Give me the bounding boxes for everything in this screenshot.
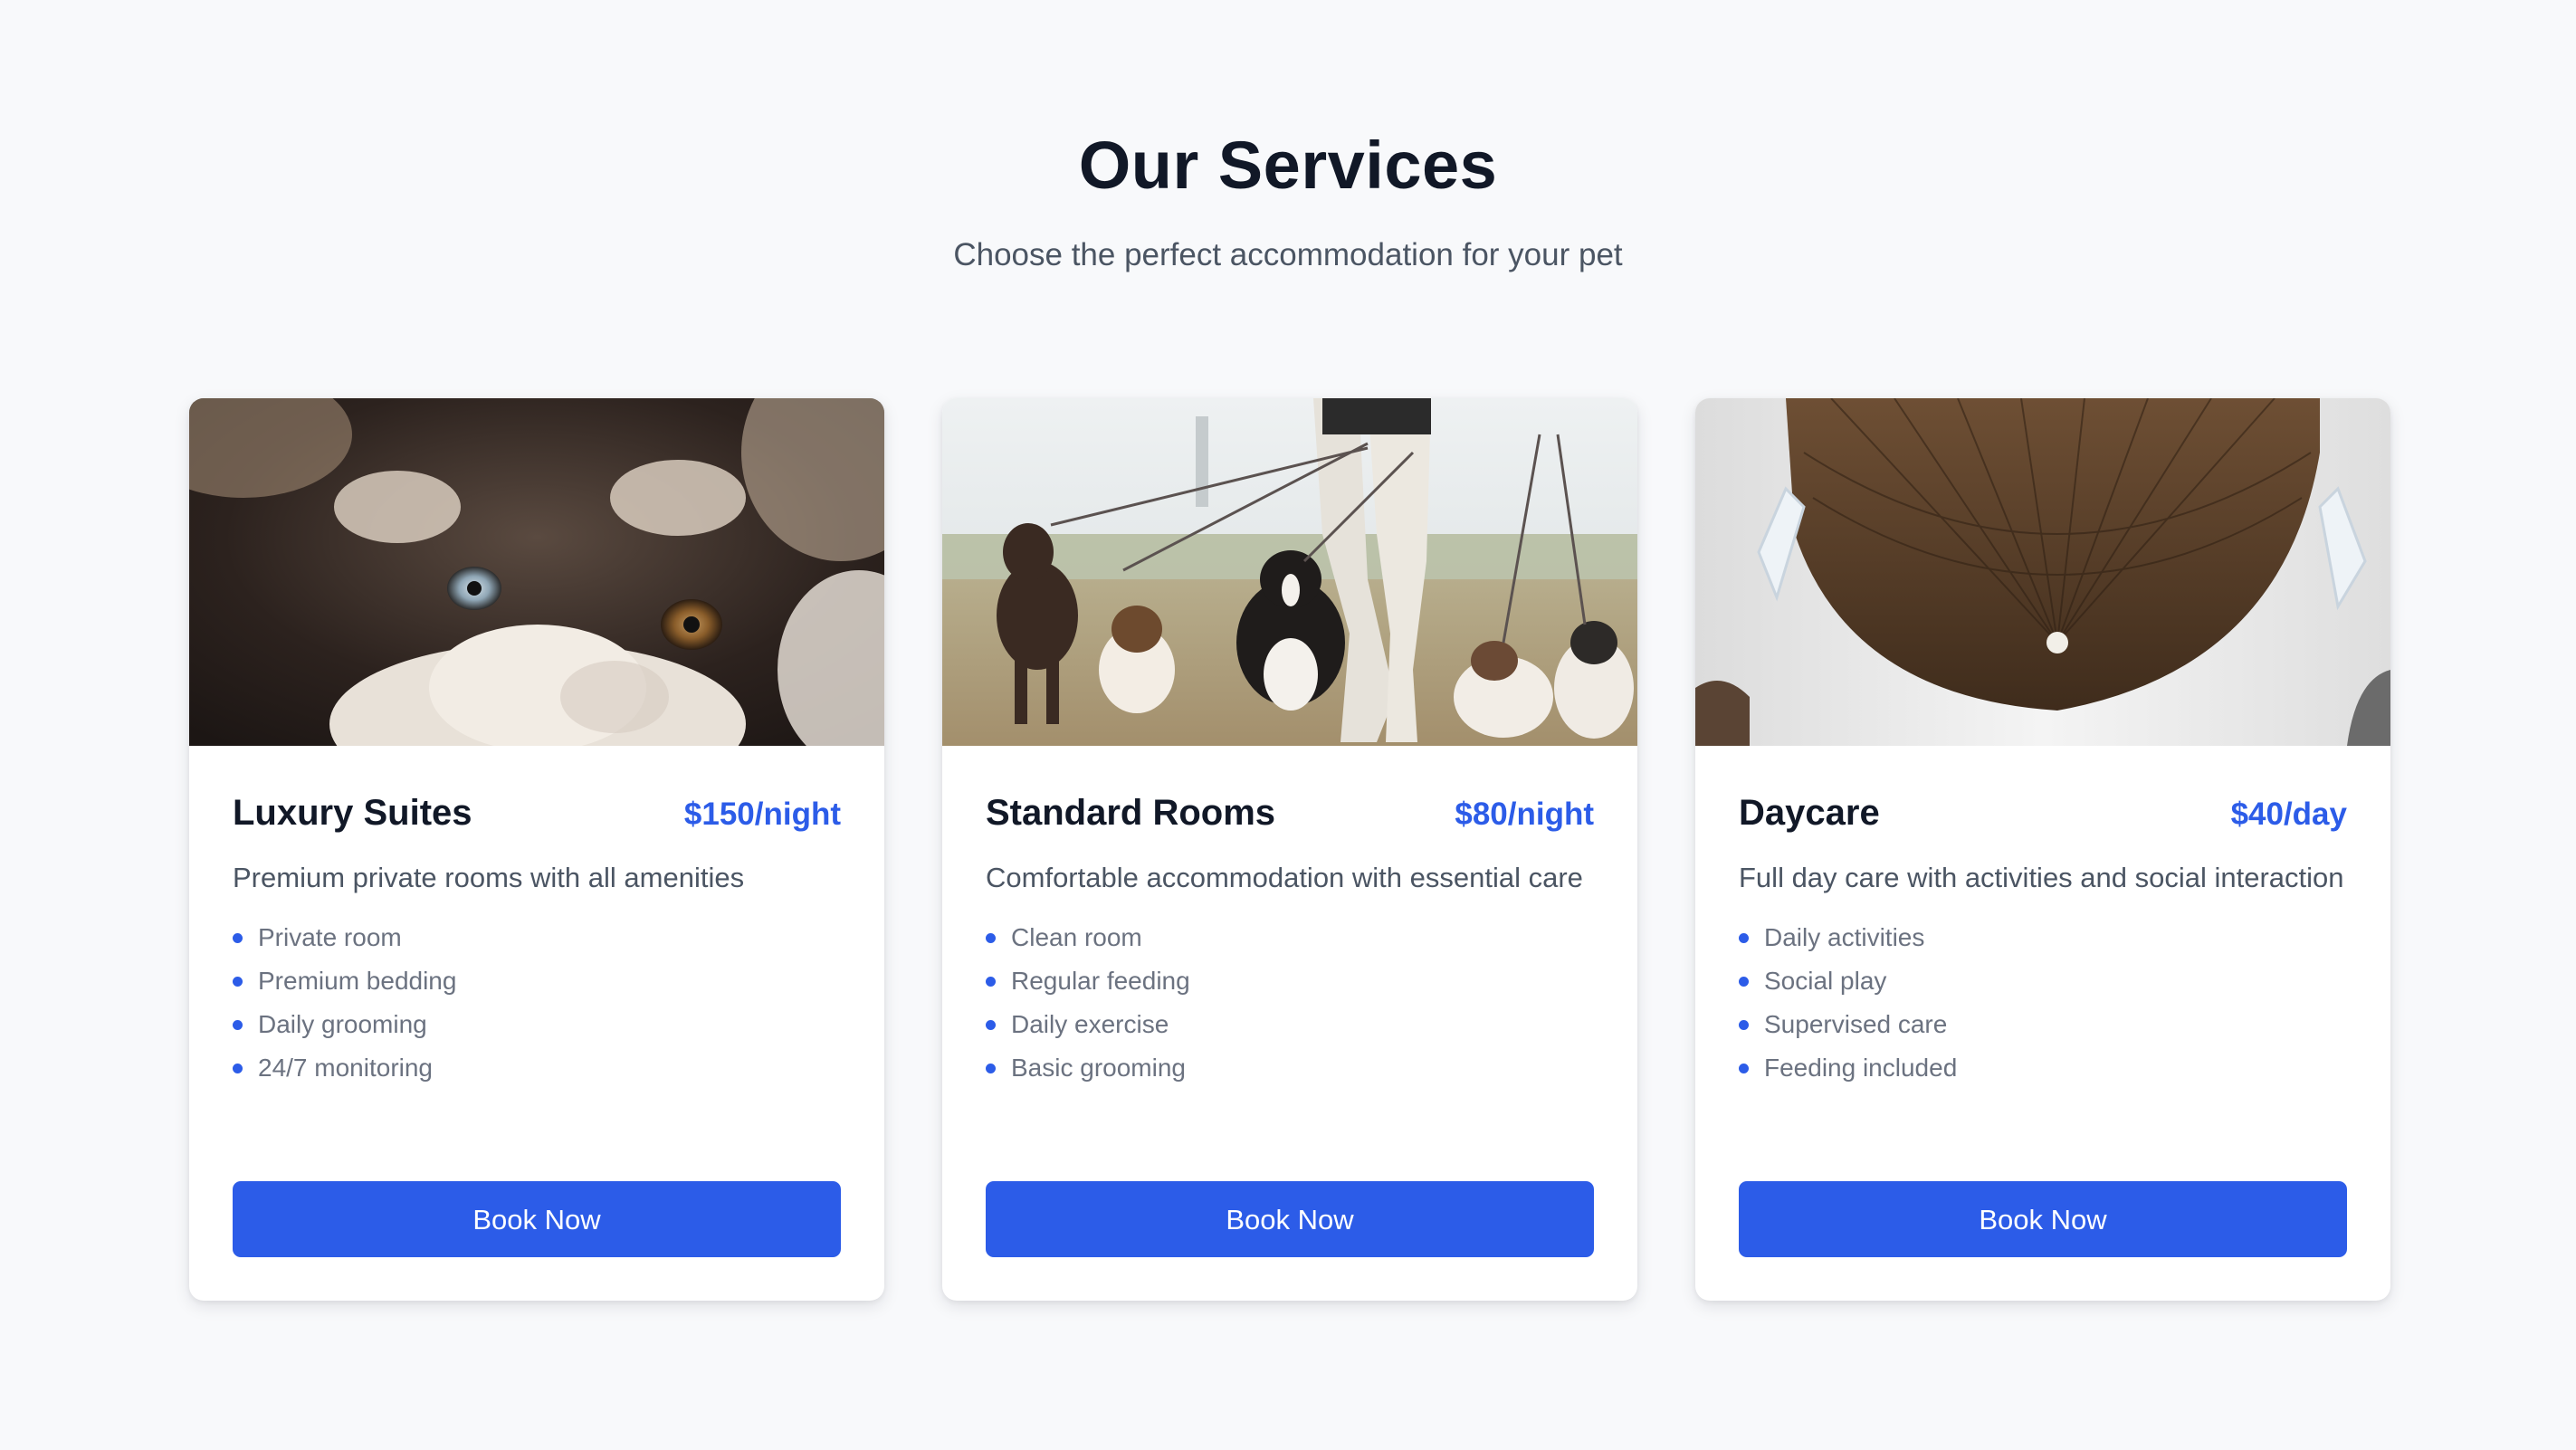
list-item: Feeding included	[1739, 1046, 2347, 1090]
service-cards: Luxury Suites $150/night Premium private…	[189, 398, 2390, 1301]
wooden-ceiling-image	[1695, 398, 2390, 746]
service-card-standard-rooms: Standard Rooms $80/night Comfortable acc…	[942, 398, 1637, 1301]
page-subtitle: Choose the perfect accommodation for you…	[953, 237, 1623, 272]
feature-label: Daily exercise	[1011, 1010, 1169, 1038]
bullet-dot-icon	[986, 933, 996, 943]
book-now-button[interactable]: Book Now	[1739, 1181, 2347, 1257]
feature-list: Clean room Regular feeding Daily exercis…	[986, 916, 1594, 1090]
card-price: $40/day	[2230, 797, 2347, 832]
service-card-daycare: Daycare $40/day Full day care with activ…	[1695, 398, 2390, 1301]
card-title: Luxury Suites	[233, 793, 472, 833]
list-item: Supervised care	[1739, 1003, 2347, 1046]
bullet-dot-icon	[1739, 977, 1749, 987]
card-title: Standard Rooms	[986, 793, 1276, 833]
card-header: Standard Rooms $80/night	[986, 791, 1594, 836]
bullet-dot-icon	[1739, 1020, 1749, 1030]
bullet-dot-icon	[233, 933, 243, 943]
feature-label: Feeding included	[1764, 1054, 1958, 1082]
feature-label: Supervised care	[1764, 1010, 1948, 1038]
list-item: Premium bedding	[233, 959, 841, 1003]
bullet-dot-icon	[1739, 1064, 1749, 1073]
services-header: Our Services Choose the perfect accommod…	[0, 123, 2576, 277]
bullet-dot-icon	[1739, 933, 1749, 943]
service-card-luxury-suites: Luxury Suites $150/night Premium private…	[189, 398, 884, 1301]
list-item: Private room	[233, 916, 841, 959]
card-title: Daycare	[1739, 793, 1880, 833]
list-item: Social play	[1739, 959, 2347, 1003]
feature-label: Social play	[1764, 967, 1887, 995]
book-now-button[interactable]: Book Now	[233, 1181, 841, 1257]
card-header: Daycare $40/day	[1739, 791, 2347, 836]
card-description: Comfortable accommodation with essential…	[986, 862, 1583, 893]
feature-label: Private room	[258, 923, 402, 951]
feature-label: Daily grooming	[258, 1010, 427, 1038]
dog-walker-image	[942, 398, 1637, 746]
bullet-dot-icon	[233, 977, 243, 987]
card-body: Luxury Suites $150/night Premium private…	[233, 746, 841, 1301]
feature-list: Private room Premium bedding Daily groom…	[233, 916, 841, 1090]
feature-label: Regular feeding	[1011, 967, 1190, 995]
card-description: Premium private rooms with all amenities	[233, 862, 745, 893]
card-body: Daycare $40/day Full day care with activ…	[1739, 746, 2347, 1301]
card-header: Luxury Suites $150/night	[233, 791, 841, 836]
book-now-button[interactable]: Book Now	[986, 1181, 1594, 1257]
page-title: Our Services	[1078, 128, 1498, 203]
list-item: Daily grooming	[233, 1003, 841, 1046]
feature-label: Premium bedding	[258, 967, 457, 995]
list-item: 24/7 monitoring	[233, 1046, 841, 1090]
husky-puppy-image	[189, 398, 884, 746]
list-item: Daily activities	[1739, 916, 2347, 959]
list-item: Daily exercise	[986, 1003, 1594, 1046]
card-description: Full day care with activities and social…	[1739, 862, 2344, 893]
services-page: Our Services Choose the perfect accommod…	[0, 0, 2576, 1450]
bullet-dot-icon	[986, 1020, 996, 1030]
feature-label: 24/7 monitoring	[258, 1054, 434, 1082]
bullet-dot-icon	[986, 977, 996, 987]
card-body: Standard Rooms $80/night Comfortable acc…	[986, 746, 1594, 1301]
list-item: Clean room	[986, 916, 1594, 959]
feature-list: Daily activities Social play Supervised …	[1739, 916, 2347, 1090]
bullet-dot-icon	[233, 1020, 243, 1030]
list-item: Basic grooming	[986, 1046, 1594, 1090]
feature-label: Basic grooming	[1011, 1054, 1186, 1082]
feature-label: Clean room	[1011, 923, 1142, 951]
bullet-dot-icon	[233, 1064, 243, 1073]
card-price: $80/night	[1455, 797, 1594, 832]
feature-label: Daily activities	[1764, 923, 1925, 951]
card-price: $150/night	[683, 797, 841, 832]
list-item: Regular feeding	[986, 959, 1594, 1003]
bullet-dot-icon	[986, 1064, 996, 1073]
